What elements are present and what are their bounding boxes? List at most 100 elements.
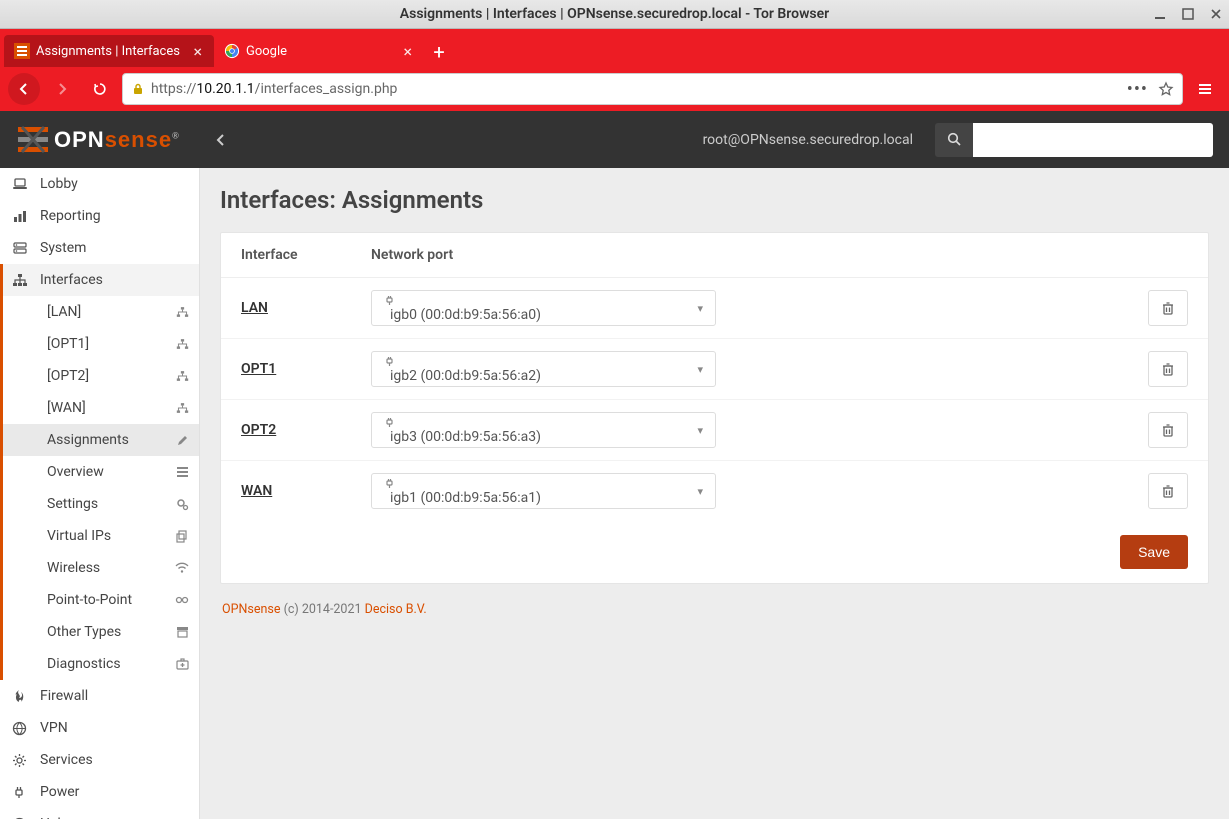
browser-menu-button[interactable] (1189, 73, 1221, 105)
footer-company-link[interactable]: Deciso B.V. (365, 602, 427, 617)
tab-label: Assignments | Interfaces (36, 44, 185, 59)
sidebar-item-wan[interactable]: [WAN] (3, 392, 199, 424)
interface-link-opt1[interactable]: OPT1 (241, 361, 276, 377)
interface-link-opt2[interactable]: OPT2 (241, 422, 276, 438)
sidebar-item-label: Diagnostics (47, 656, 121, 672)
browser-tab-strip: Assignments | Interfaces × Google × + (0, 29, 1229, 67)
browser-forward-button[interactable] (46, 73, 78, 105)
table-row: LAN igb0 (00:0d:b9:5a:56:a0) ▾ (221, 278, 1208, 339)
opnsense-logo[interactable]: OPNsense® (16, 125, 180, 155)
browser-nav-toolbar: https://10.20.1.1/interfaces_assign.php … (0, 67, 1229, 111)
sitemap-icon (176, 306, 189, 318)
table-row: OPT1 igb2 (00:0d:b9:5a:56:a2) ▾ (221, 339, 1208, 400)
delete-interface-button[interactable] (1148, 351, 1188, 387)
tab-google[interactable]: Google × (214, 35, 424, 67)
sidebar-item-label: System (40, 240, 86, 256)
footer-brand-link[interactable]: OPNsense (222, 602, 280, 617)
google-favicon (224, 43, 240, 59)
column-header-port: Network port (351, 233, 1088, 278)
sidebar-item-vpn[interactable]: VPN (0, 712, 199, 744)
sitemap-icon (176, 338, 189, 350)
app-header: OPNsense® root@OPNsense.securedrop.local (0, 111, 1229, 168)
sitemap-icon (12, 273, 30, 287)
sidebar-item-services[interactable]: Services (0, 744, 199, 776)
chevron-down-icon: ▾ (697, 363, 703, 376)
delete-interface-button[interactable] (1148, 290, 1188, 326)
network-port-select[interactable]: igb1 (00:0d:b9:5a:56:a1) ▾ (371, 473, 716, 509)
trash-icon (1161, 423, 1175, 438)
footer: OPNsense (c) 2014-2021 Deciso B.V. (220, 598, 1209, 621)
network-port-select[interactable]: igb3 (00:0d:b9:5a:56:a3) ▾ (371, 412, 716, 448)
lock-icon (131, 82, 145, 96)
sidebar-item-power[interactable]: Power (0, 776, 199, 808)
sidebar-item-assignments[interactable]: Assignments (3, 424, 199, 456)
delete-interface-button[interactable] (1148, 412, 1188, 448)
browser-url-bar[interactable]: https://10.20.1.1/interfaces_assign.php … (122, 73, 1183, 105)
sidebar-item-firewall[interactable]: Firewall (0, 680, 199, 712)
sidebar-item-diagnostics[interactable]: Diagnostics (3, 648, 199, 680)
chevron-down-icon: ▾ (697, 485, 703, 498)
new-tab-button[interactable]: + (424, 37, 454, 67)
sidebar-sub-interfaces: [LAN] [OPT1] [OPT2] [WAN] Assignments Ov… (0, 296, 199, 680)
list-icon (176, 466, 189, 478)
copy-icon (176, 530, 189, 543)
sidebar-item-label: Point-to-Point (47, 592, 132, 608)
network-port-select[interactable]: igb0 (00:0d:b9:5a:56:a0) ▾ (371, 290, 716, 326)
sidebar-item-label: Virtual IPs (47, 528, 111, 544)
sidebar-item-other-types[interactable]: Other Types (3, 616, 199, 648)
sidebar-item-system[interactable]: System (0, 232, 199, 264)
sidebar-item-overview[interactable]: Overview (3, 456, 199, 488)
plug-icon (384, 416, 541, 429)
sidebar-item-label: Lobby (40, 176, 78, 192)
sidebar-item-label: Power (40, 784, 79, 800)
sidebar-item-reporting[interactable]: Reporting (0, 200, 199, 232)
window-titlebar: Assignments | Interfaces | OPNsense.secu… (0, 0, 1229, 29)
bookmark-star-icon[interactable] (1158, 81, 1174, 97)
browser-reload-button[interactable] (84, 73, 116, 105)
tab-close-icon[interactable]: × (401, 42, 414, 61)
plug-icon (384, 294, 541, 307)
chevron-down-icon: ▾ (697, 302, 703, 315)
sidebar-item-lobby[interactable]: Lobby (0, 168, 199, 200)
page-actions-icon[interactable]: ••• (1127, 79, 1148, 100)
tab-assignments[interactable]: Assignments | Interfaces × (4, 35, 214, 67)
sidebar-item-point-to-point[interactable]: Point-to-Point (3, 584, 199, 616)
main-content: Interfaces: Assignments Interface Networ… (200, 168, 1229, 819)
search-button[interactable] (935, 123, 973, 157)
pencil-icon (176, 434, 189, 447)
search-input[interactable] (973, 123, 1213, 157)
assignments-panel: Interface Network port LAN igb0 (00:0d:b… (220, 232, 1209, 584)
sidebar-item-label: Overview (47, 464, 104, 480)
sidebar-item-interfaces[interactable]: Interfaces (0, 264, 199, 296)
sidebar-item-wireless[interactable]: Wireless (3, 552, 199, 584)
archive-icon (176, 626, 189, 638)
sidebar-item-label: [WAN] (47, 400, 86, 416)
interface-link-wan[interactable]: WAN (241, 483, 272, 499)
assignments-table: Interface Network port LAN igb0 (00:0d:b… (221, 233, 1208, 521)
sidebar-toggle-button[interactable] (206, 126, 234, 154)
network-port-select[interactable]: igb2 (00:0d:b9:5a:56:a2) ▾ (371, 351, 716, 387)
sidebar-item-opt1[interactable]: [OPT1] (3, 328, 199, 360)
sidebar-item-lan[interactable]: [LAN] (3, 296, 199, 328)
column-header-interface: Interface (221, 233, 351, 278)
tab-close-icon[interactable]: × (191, 42, 204, 61)
window-maximize-button[interactable] (1181, 7, 1195, 21)
sidebar-item-label: Reporting (40, 208, 101, 224)
save-button[interactable]: Save (1120, 535, 1188, 569)
interface-link-lan[interactable]: LAN (241, 300, 268, 316)
delete-interface-button[interactable] (1148, 473, 1188, 509)
sidebar-item-label: [LAN] (47, 304, 81, 320)
sidebar-item-opt2[interactable]: [OPT2] (3, 360, 199, 392)
sidebar-item-settings[interactable]: Settings (3, 488, 199, 520)
header-search (935, 123, 1213, 157)
browser-back-button[interactable] (8, 73, 40, 105)
window-close-button[interactable] (1209, 7, 1223, 21)
sidebar-item-virtual-ips[interactable]: Virtual IPs (3, 520, 199, 552)
chart-icon (12, 209, 30, 223)
sidebar-item-label: Wireless (47, 560, 100, 576)
table-row: WAN igb1 (00:0d:b9:5a:56:a1) ▾ (221, 461, 1208, 522)
trash-icon (1161, 484, 1175, 499)
opnsense-favicon (14, 43, 30, 59)
sidebar-item-help[interactable]: Help (0, 808, 199, 819)
window-minimize-button[interactable] (1153, 7, 1167, 21)
